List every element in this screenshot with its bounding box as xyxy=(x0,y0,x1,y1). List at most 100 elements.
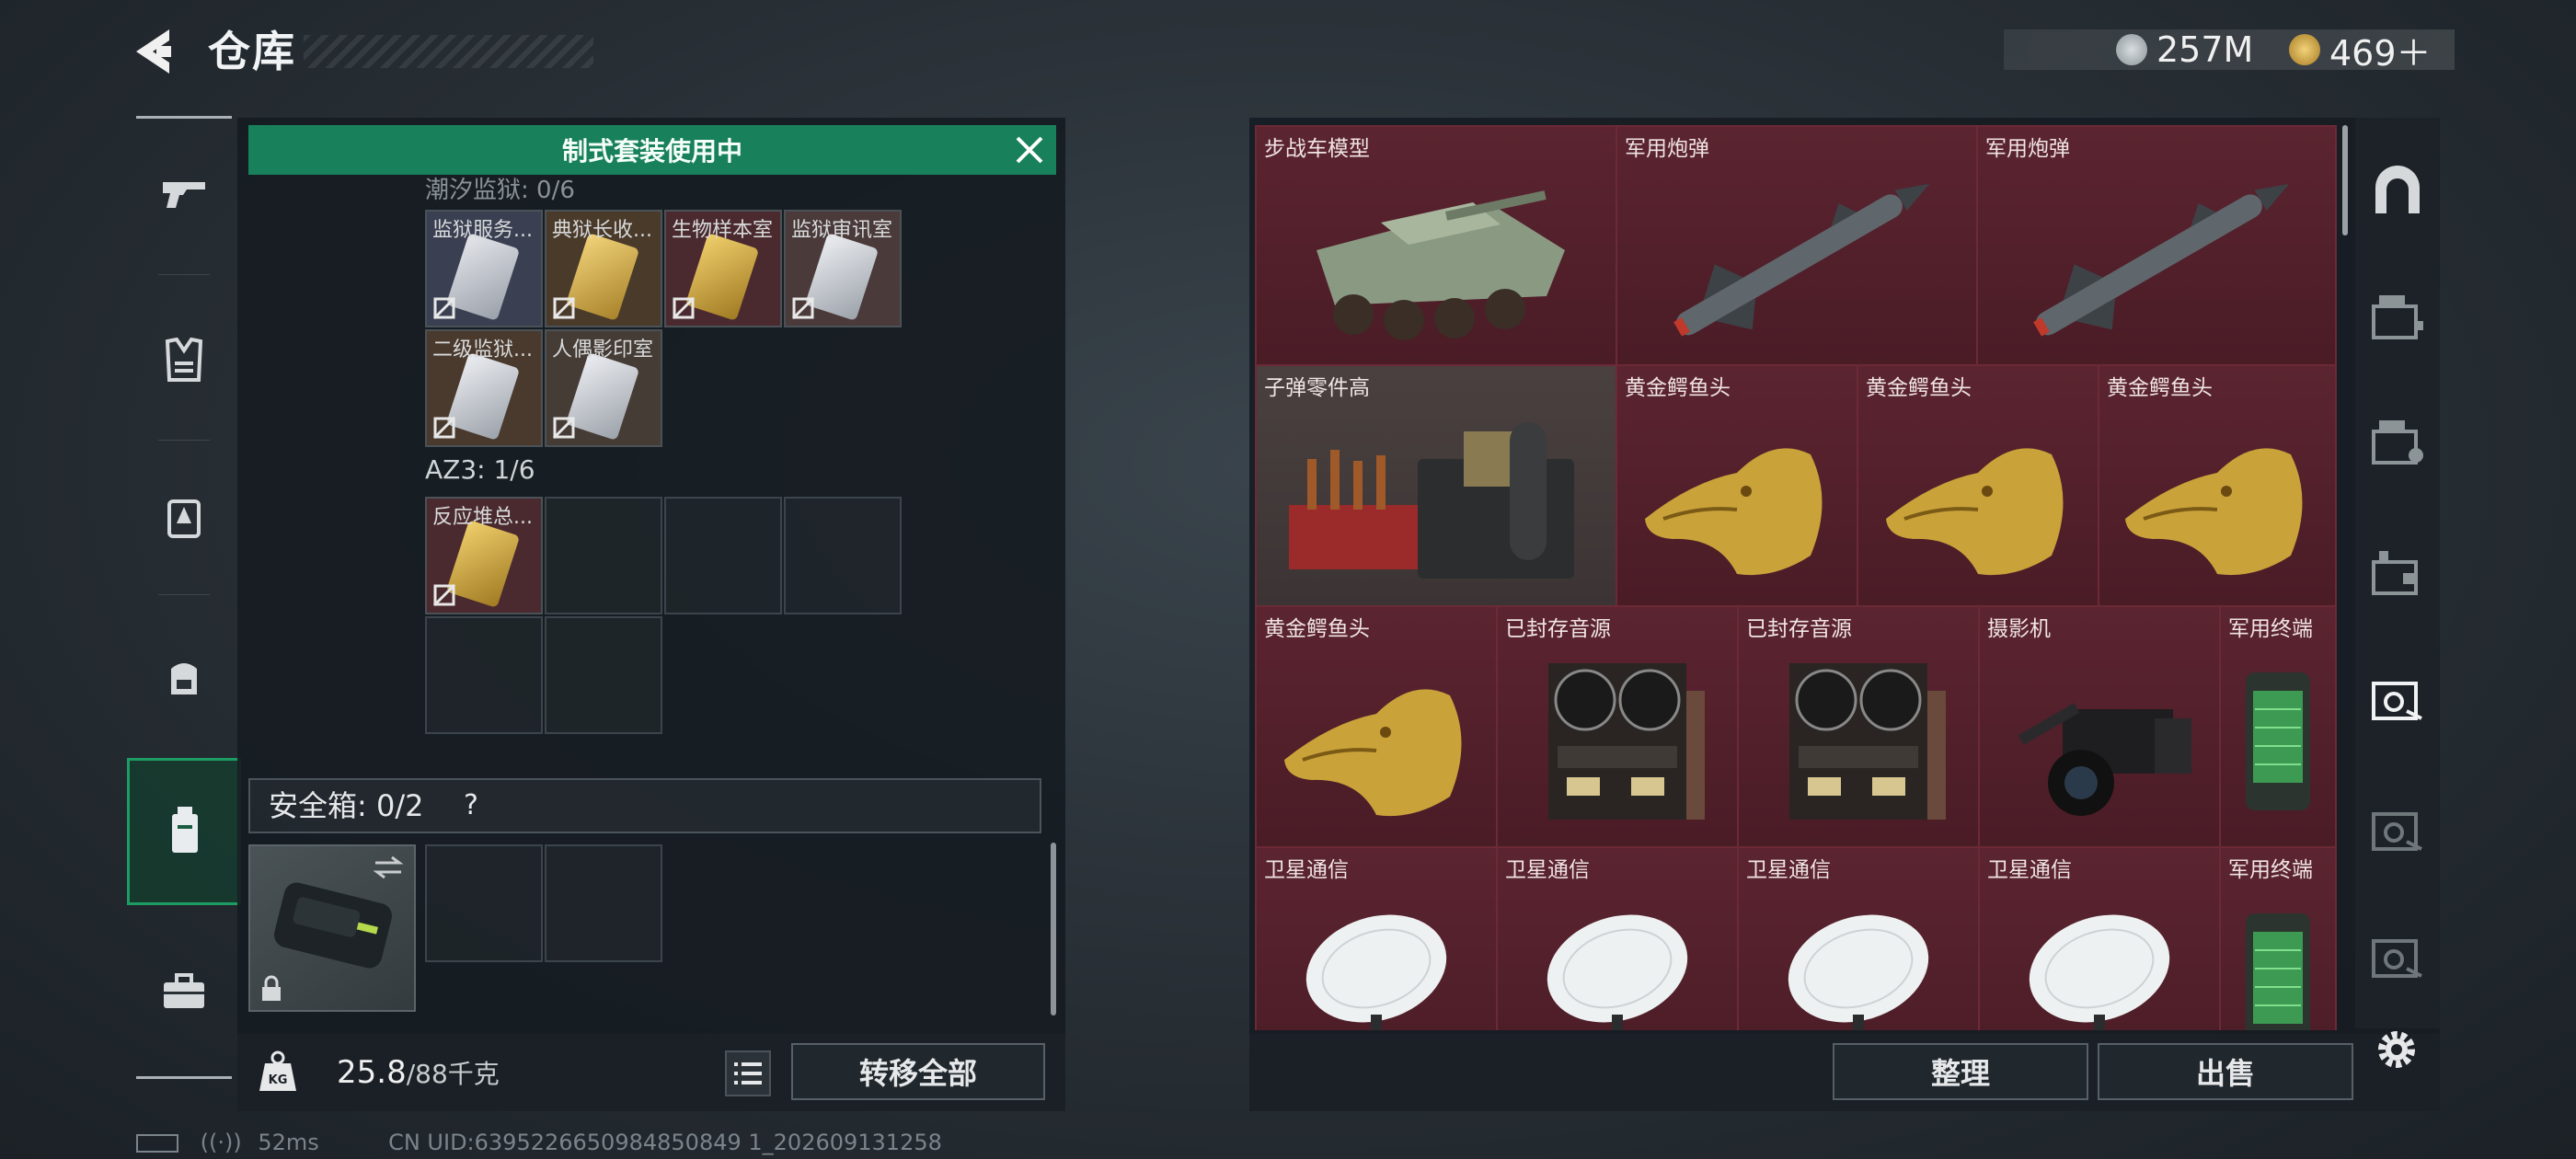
item-name: 摄影机 xyxy=(1987,617,2051,641)
item-name: 生物样本室 xyxy=(672,219,774,242)
item-satellite-comm[interactable]: 卫星通信 xyxy=(1496,846,1739,1030)
empty-slot[interactable] xyxy=(545,497,662,614)
sort-button[interactable]: 整理 xyxy=(1833,1043,2088,1100)
left-scrollbar[interactable] xyxy=(1051,843,1056,1016)
tab-all[interactable] xyxy=(2363,156,2432,226)
category-armor[interactable] xyxy=(147,324,221,397)
warehouse-grid: 步战车模型 军用炮弹 军用炮弹 子弹零件高 黄金鳄鱼头 黄金鳄鱼头 黄金鳄鱼头 … xyxy=(1255,125,2337,1030)
keycard-image xyxy=(445,233,521,321)
keycard-slot[interactable]: 反应堆总... xyxy=(425,497,543,614)
container-icon xyxy=(172,807,198,853)
item-military-terminal[interactable]: 军用终端 xyxy=(2219,605,2337,848)
keycard-slot[interactable]: 人偶影印室 xyxy=(545,329,662,447)
item-name: 二级监狱... xyxy=(432,339,533,361)
storage-tab-icon xyxy=(2372,295,2423,339)
item-gold-croc-head[interactable]: 黄金鳄鱼头 xyxy=(1255,605,1498,848)
tab-storage-6[interactable] xyxy=(2363,795,2432,865)
item-satellite-comm[interactable]: 卫星通信 xyxy=(1978,846,2221,1030)
keycard-image xyxy=(445,352,521,441)
keycard-slot[interactable]: 典狱长收... xyxy=(545,210,662,327)
sell-button[interactable]: 出售 xyxy=(2098,1043,2353,1100)
empty-slot[interactable] xyxy=(425,616,543,734)
item-military-shell[interactable]: 军用炮弹 xyxy=(1616,125,1978,366)
title-decoration xyxy=(304,35,593,68)
kit-in-use-banner: 制式套装使用中 xyxy=(248,125,1056,175)
keycard-slot[interactable]: 二级监狱... xyxy=(425,329,543,447)
empty-slot[interactable] xyxy=(784,497,902,614)
transfer-all-button[interactable]: 转移全部 xyxy=(791,1043,1045,1100)
video-camera-image xyxy=(2018,702,2191,816)
category-container-active[interactable] xyxy=(127,758,241,905)
item-name: 监狱服务... xyxy=(432,219,533,242)
item-military-shell[interactable]: 军用炮弹 xyxy=(1976,125,2337,366)
storage-tab-icon xyxy=(2372,420,2423,465)
item-name: 卫星通信 xyxy=(1987,858,2072,882)
gold-amount: 469＋ xyxy=(2329,32,2432,74)
weight-value: 25.8 xyxy=(337,1054,407,1091)
bullet-parts-crate-image xyxy=(1289,421,1574,579)
category-backpack[interactable] xyxy=(147,640,221,714)
settings-button[interactable] xyxy=(2370,1023,2423,1076)
weight-icon: KG xyxy=(256,1049,300,1095)
item-camera[interactable]: 摄影机 xyxy=(1978,605,2221,848)
item-satellite-comm[interactable]: 卫星通信 xyxy=(1737,846,1980,1030)
lock-icon xyxy=(262,975,281,1001)
empty-slot[interactable] xyxy=(664,497,782,614)
item-gold-croc-head[interactable]: 黄金鳄鱼头 xyxy=(1616,364,1858,607)
item-name: 人偶影印室 xyxy=(552,339,654,361)
page-title: 仓库 xyxy=(208,27,296,76)
tab-storage-7[interactable] xyxy=(2363,922,2432,992)
item-gold-croc-head[interactable]: 黄金鳄鱼头 xyxy=(1857,364,2099,607)
tab-storage-5-active[interactable] xyxy=(2363,664,2432,734)
tab-storage-4[interactable] xyxy=(2363,539,2432,609)
item-name: 已封存音源 xyxy=(1746,617,1852,641)
item-name: 典狱长收... xyxy=(552,219,652,242)
item-name: 卫星通信 xyxy=(1264,858,1349,882)
keycard-slot[interactable]: 监狱服务... xyxy=(425,210,543,327)
empty-slot[interactable] xyxy=(545,616,662,734)
reel-to-reel-image xyxy=(1789,662,1946,820)
item-name: 监狱审讯室 xyxy=(791,219,893,242)
item-military-terminal[interactable]: 军用终端 xyxy=(2219,846,2337,1030)
satellite-dish-image xyxy=(2029,914,2170,1030)
storage-tab-icon xyxy=(2372,939,2422,978)
grid-scrollbar[interactable] xyxy=(2342,125,2348,235)
set-progress-label: 潮汐监狱: 0/6 xyxy=(425,177,575,204)
backpack-icon xyxy=(171,663,197,694)
tab-storage-2[interactable] xyxy=(2363,283,2432,353)
item-gold-croc-head[interactable]: 黄金鳄鱼头 xyxy=(2098,364,2337,607)
tab-storage-3[interactable] xyxy=(2363,408,2432,478)
silver-currency[interactable]: 257M xyxy=(2116,29,2253,70)
category-case[interactable] xyxy=(147,955,221,1028)
keycard-slot[interactable]: 生物样本室 xyxy=(664,210,782,327)
no-trade-icon xyxy=(552,296,576,320)
item-name: 黄金鳄鱼头 xyxy=(2107,376,2213,400)
keycard-slot[interactable]: 监狱审讯室 xyxy=(784,210,902,327)
no-trade-icon xyxy=(432,583,456,607)
kit-banner-text: 制式套装使用中 xyxy=(561,136,742,166)
category-weapons[interactable] xyxy=(147,158,221,232)
item-sealed-audio[interactable]: 已封存音源 xyxy=(1496,605,1739,848)
rail-separator xyxy=(158,274,210,275)
no-trade-icon xyxy=(432,416,456,440)
safe-box-empty-slot[interactable] xyxy=(545,844,662,962)
item-name: 军用终端 xyxy=(2228,617,2313,641)
rail-separator xyxy=(158,440,210,441)
storage-tab-icon xyxy=(2372,812,2422,851)
item-name: 子弹零件高 xyxy=(1264,376,1370,400)
back-button[interactable] xyxy=(129,24,184,79)
close-banner-button[interactable] xyxy=(1010,131,1049,169)
item-satellite-comm[interactable]: 卫星通信 xyxy=(1255,846,1498,1030)
gold-currency[interactable]: 469＋ xyxy=(2289,29,2432,74)
safe-box-empty-slot[interactable] xyxy=(425,844,543,962)
list-view-button[interactable] xyxy=(725,1050,771,1096)
item-ifv-model[interactable]: 步战车模型 xyxy=(1255,125,1617,366)
item-bullet-parts[interactable]: 子弹零件高 xyxy=(1255,364,1617,607)
item-sealed-audio[interactable]: 已封存音源 xyxy=(1737,605,1980,848)
gold-coin-icon xyxy=(2289,34,2320,65)
list-icon xyxy=(734,1062,762,1084)
safe-box-help-button[interactable]: ? xyxy=(451,787,491,824)
safe-box-case[interactable] xyxy=(248,844,416,1012)
satellite-dish-image xyxy=(1305,914,1447,1030)
category-rig[interactable] xyxy=(147,480,221,554)
